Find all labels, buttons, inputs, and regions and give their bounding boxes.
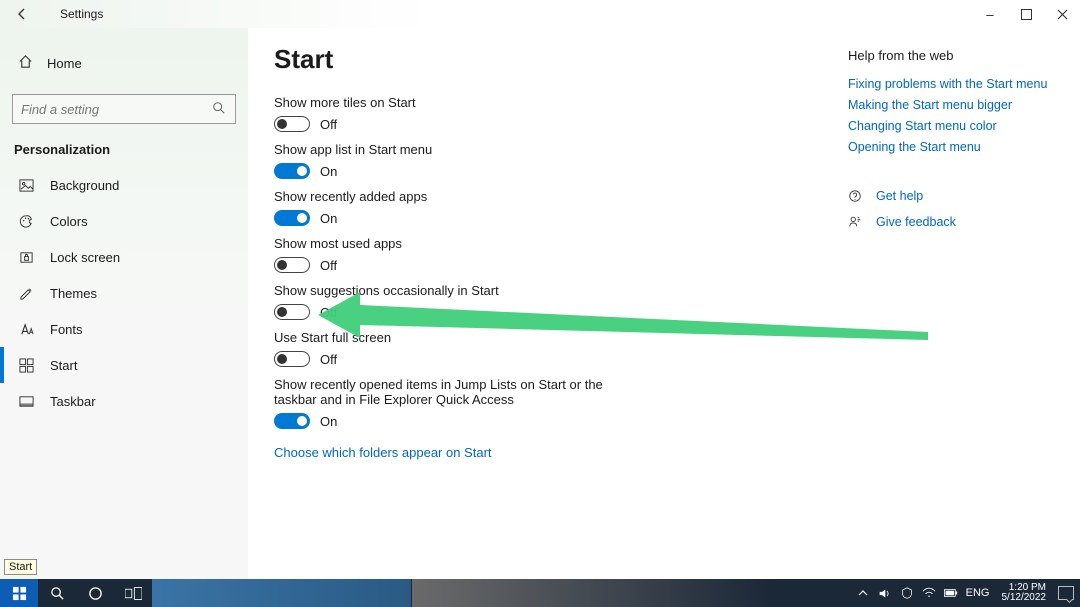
start-icon [18,357,34,373]
sidebar-item-colors[interactable]: Colors [0,203,248,239]
setting-label: Show most used apps [274,236,634,251]
help-icon [848,189,862,203]
sidebar-item-label: Themes [50,286,97,301]
help-link[interactable]: Changing Start menu color [848,119,1048,133]
sidebar-item-label: Fonts [50,322,83,337]
toggle-state: Off [320,258,337,273]
sidebar-item-taskbar[interactable]: Taskbar [0,383,248,419]
sidebar-item-themes[interactable]: Themes [0,275,248,311]
sidebar-item-label: Colors [50,214,88,229]
search-icon [212,101,226,118]
setting-label: Show recently added apps [274,189,634,204]
help-link[interactable]: Making the Start menu bigger [848,98,1048,112]
setting-label: Show recently opened items in Jump Lists… [274,377,634,407]
sidebar-home-label: Home [47,56,82,71]
toggle-switch[interactable] [274,413,310,429]
toggle-state: Off [320,352,337,367]
taskbar-taskview-button[interactable] [114,579,152,607]
help-heading: Help from the web [848,48,1048,63]
toggle-state: On [320,164,337,179]
theme-icon [18,285,34,301]
sidebar-item-label: Start [50,358,77,373]
close-button[interactable] [1044,0,1080,28]
get-help-action[interactable]: Get help [848,189,1048,203]
window-title: Settings [60,7,103,21]
setting-row: Show app list in Start menu On [274,142,854,179]
setting-row: Show suggestions occasionally in Start Of… [274,283,854,320]
sidebar-item-lock-screen[interactable]: Lock screen [0,239,248,275]
toggle-state: Off [320,117,337,132]
setting-row: Show recently opened items in Jump Lists… [274,377,854,429]
taskbar-search-button[interactable] [38,579,76,607]
tray-language[interactable]: ENG [966,587,990,599]
setting-label: Use Start full screen [274,330,634,345]
setting-label: Show app list in Start menu [274,142,634,157]
minimize-button[interactable]: – [972,0,1008,28]
give-feedback-label: Give feedback [876,215,956,229]
page-title: Start [274,44,854,75]
tooltip: Start [4,559,37,575]
main-area: Start Show more tiles on Start Off Show ap… [248,28,1080,579]
sidebar-item-background[interactable]: Background [0,167,248,203]
font-icon [18,321,34,337]
tray-notifications-icon[interactable] [1058,586,1074,600]
taskbar-active-app[interactable] [152,579,412,607]
tray-battery-icon[interactable] [944,586,958,600]
setting-label: Show more tiles on Start [274,95,634,110]
sidebar-category: Personalization [0,134,248,167]
help-link[interactable]: Opening the Start menu [848,140,1048,154]
give-feedback-action[interactable]: Give feedback [848,215,1048,229]
taskbar-app-strip[interactable] [412,579,772,607]
sidebar: Home Personalization Background Colors Loc… [0,28,248,579]
toggle-state: On [320,211,337,226]
lock-icon [18,249,34,265]
sidebar-item-label: Taskbar [50,394,96,409]
back-button[interactable] [14,6,30,22]
title-bar: Settings – [0,0,1080,28]
toggle-state: Off [320,305,337,320]
toggle-switch[interactable] [274,210,310,226]
taskbar[interactable]: ENG 1:20 PM 5/12/2022 [0,579,1080,607]
setting-label: Show suggestions occasionally in Start [274,283,634,298]
tray-defender-icon[interactable] [900,586,914,600]
sidebar-home[interactable]: Home [0,46,248,80]
maximize-button[interactable] [1008,0,1044,28]
home-icon [18,54,33,72]
taskbar-cortana-button[interactable] [76,579,114,607]
help-link[interactable]: Fixing problems with the Start menu [848,77,1048,91]
toggle-switch[interactable] [274,304,310,320]
toggle-switch[interactable] [274,257,310,273]
toggle-switch[interactable] [274,163,310,179]
sidebar-item-start[interactable]: Start [0,347,248,383]
setting-row: Show recently added apps On [274,189,854,226]
toggle-switch[interactable] [274,351,310,367]
palette-icon [18,213,34,229]
toggle-switch[interactable] [274,116,310,132]
tray-chevron-icon[interactable] [856,586,870,600]
picture-icon [18,177,34,193]
taskbar-start-button[interactable] [0,579,38,607]
tray-volume-icon[interactable] [878,586,892,600]
search-input[interactable] [12,94,236,124]
setting-row: Use Start full screen Off [274,330,854,367]
sidebar-item-label: Lock screen [50,250,120,265]
tray-clock[interactable]: 1:20 PM 5/12/2022 [1002,583,1047,604]
setting-row: Show most used apps Off [274,236,854,273]
tray-wifi-icon[interactable] [922,586,936,600]
feedback-icon [848,215,862,229]
setting-row: Show more tiles on Start Off [274,95,854,132]
toggle-state: On [320,414,337,429]
get-help-label: Get help [876,189,923,203]
help-panel: Help from the web Fixing problems with t… [848,48,1048,241]
taskbar-icon [18,393,34,409]
sidebar-item-fonts[interactable]: Fonts [0,311,248,347]
folders-link[interactable]: Choose which folders appear on Start [274,445,854,460]
sidebar-item-label: Background [50,178,119,193]
